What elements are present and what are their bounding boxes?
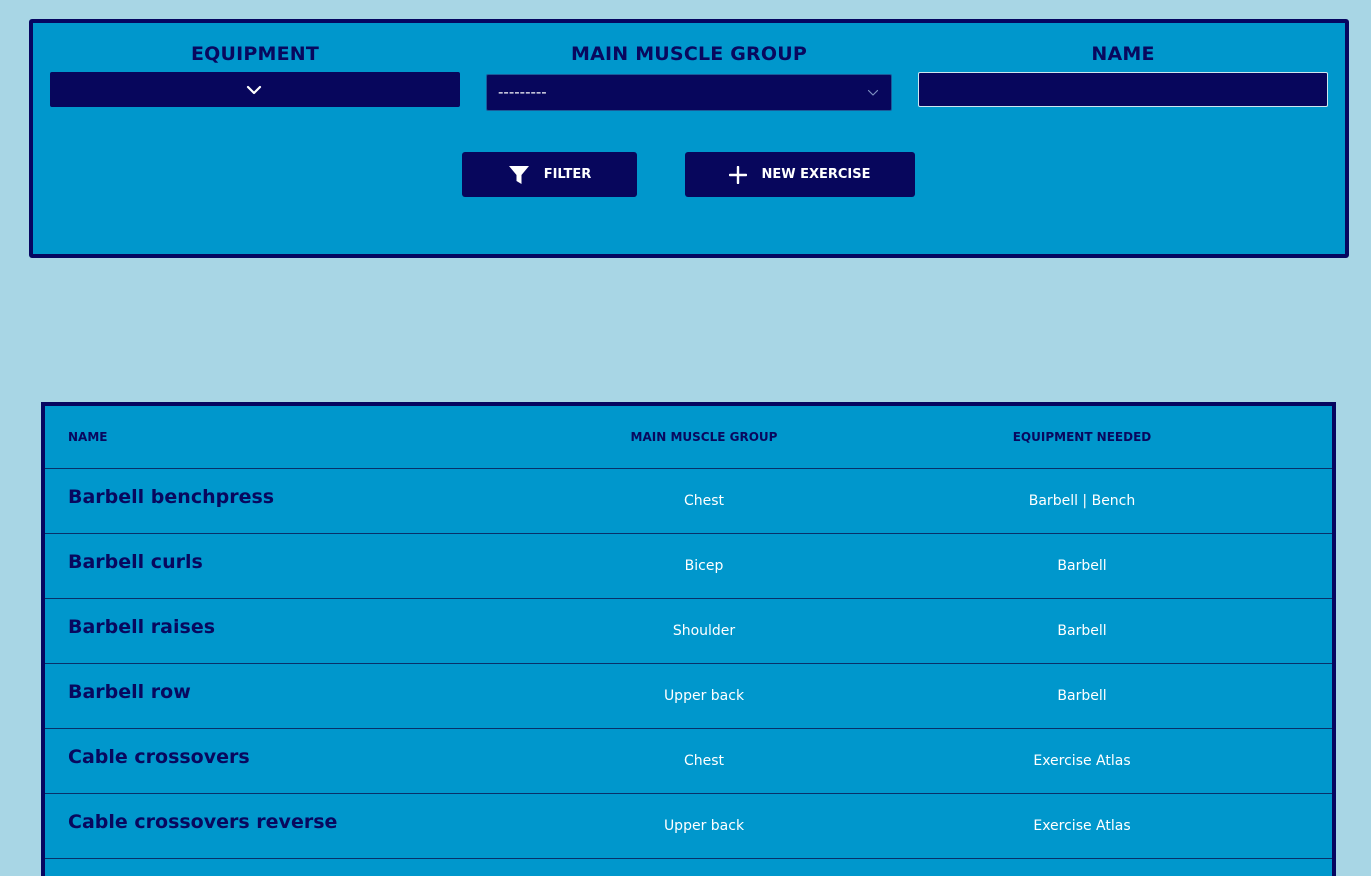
name-label: NAME (1091, 43, 1155, 65)
exercise-name-link[interactable]: Barbell curls (68, 534, 548, 598)
chevron-down-icon (246, 85, 262, 95)
exercise-equipment: Barbell (1057, 688, 1107, 704)
equipment-select[interactable] (50, 72, 460, 107)
column-header-equipment[interactable]: EQUIPMENT NEEDED (932, 406, 1232, 468)
exercise-muscle-group: Chest (683, 753, 725, 769)
exercise-equipment: Exercise Atlas (1033, 753, 1131, 769)
table-row[interactable]: Cable crossovers reverse Upper back Exer… (45, 794, 1332, 859)
name-input[interactable] (918, 72, 1328, 107)
new-exercise-button-label: NEW EXERCISE (761, 167, 871, 182)
chevron-down-icon (867, 89, 879, 96)
exercise-table: NAME MAIN MUSCLE GROUP EQUIPMENT NEEDED … (41, 402, 1336, 876)
exercise-muscle-group: Upper back (663, 688, 745, 704)
muscle-group-select-value: --------- (498, 83, 547, 101)
exercise-muscle-group: Upper back (663, 818, 745, 834)
filter-button[interactable]: FILTER (462, 152, 637, 197)
exercise-name-link[interactable]: Cable crossovers (68, 729, 548, 793)
plus-icon (729, 165, 748, 184)
filter-button-label: FILTER (543, 167, 592, 182)
exercise-equipment: Barbell (1057, 623, 1107, 639)
filter-icon (508, 165, 529, 184)
exercise-equipment: Barbell | Bench (1028, 493, 1136, 509)
table-header-row: NAME MAIN MUSCLE GROUP EQUIPMENT NEEDED (45, 406, 1332, 469)
table-row[interactable]: Cable crossovers Chest Exercise Atlas (45, 729, 1332, 794)
exercise-muscle-group: Bicep (684, 558, 724, 574)
new-exercise-button[interactable]: NEW EXERCISE (685, 152, 915, 197)
exercise-equipment: Exercise Atlas (1033, 818, 1131, 834)
exercise-name-link[interactable]: Cable crossovers reverse (68, 794, 548, 858)
table-row[interactable]: Barbell row Upper back Barbell (45, 664, 1332, 729)
table-row[interactable]: Barbell benchpress Chest Barbell | Bench (45, 469, 1332, 534)
exercise-name-link[interactable]: Barbell raises (68, 599, 548, 663)
column-header-muscle-group[interactable]: MAIN MUSCLE GROUP (554, 406, 854, 468)
table-row[interactable]: Barbell raises Shoulder Barbell (45, 599, 1332, 664)
equipment-label: EQUIPMENT (190, 43, 320, 65)
exercise-name-link[interactable]: Barbell row (68, 664, 548, 728)
exercise-muscle-group: Shoulder (672, 623, 736, 639)
muscle-group-select[interactable]: --------- (486, 74, 892, 111)
muscle-group-label: MAIN MUSCLE GROUP (571, 43, 807, 65)
exercise-equipment: Barbell (1057, 558, 1107, 574)
exercise-name-link[interactable]: Barbell benchpress (68, 469, 548, 533)
table-row[interactable]: Barbell curls Bicep Barbell (45, 534, 1332, 599)
column-header-name[interactable]: NAME (68, 406, 548, 468)
exercise-muscle-group: Chest (683, 493, 725, 509)
filter-panel: EQUIPMENT MAIN MUSCLE GROUP --------- NA… (29, 19, 1349, 258)
